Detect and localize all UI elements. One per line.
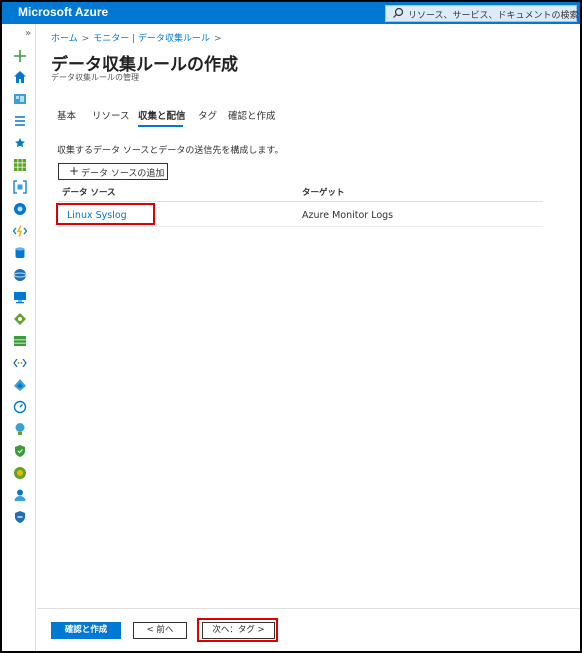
monitor-icon[interactable] — [13, 400, 27, 414]
left-sidebar: » — [2, 24, 36, 651]
plus-icon: + — [69, 164, 80, 178]
brand-logo[interactable]: Microsoft Azure — [18, 5, 108, 19]
defender-icon[interactable] — [13, 444, 27, 458]
advisor-icon[interactable] — [13, 422, 27, 436]
add-data-source-label: データ ソースの追加 — [81, 169, 165, 179]
highlight-box-data-source — [56, 203, 155, 225]
tab-review-create[interactable]: 確認と作成 — [228, 108, 276, 122]
functions-icon[interactable] — [13, 224, 27, 238]
all-services-icon[interactable] — [13, 114, 27, 128]
target-cell: Azure Monitor Logs — [302, 210, 394, 221]
home-icon[interactable] — [13, 70, 27, 84]
breadcrumb: ホーム > モニター | データ収集ルール > — [51, 31, 226, 44]
breadcrumb-separator: > — [81, 34, 90, 44]
load-balancer-icon[interactable] — [13, 312, 27, 326]
network-icon[interactable] — [13, 356, 27, 370]
search-icon — [393, 7, 404, 18]
plus-icon[interactable] — [13, 49, 27, 63]
cost-icon[interactable] — [13, 466, 27, 480]
help-support-icon[interactable] — [13, 488, 27, 502]
shield-icon[interactable] — [13, 510, 27, 524]
tab-resources[interactable]: リソース — [92, 108, 130, 122]
column-header-target: ターゲット — [302, 188, 345, 198]
global-search[interactable]: リソース、サービス、ドキュメントの検索 (G+/) — [385, 5, 582, 22]
tab-collect-deliver[interactable]: 収集と配信 — [138, 108, 186, 122]
vm-icon[interactable] — [13, 290, 27, 304]
active-tab-indicator — [138, 125, 183, 127]
top-bar: Microsoft Azure リソース、サービス、ドキュメントの検索 (G+/… — [2, 2, 582, 24]
section-description: 収集するデータ ソースとデータの送信先を構成します。 — [57, 146, 284, 156]
table-header-divider — [57, 201, 543, 202]
breadcrumb-home[interactable]: ホーム — [51, 34, 78, 44]
expand-sidebar-icon[interactable]: » — [25, 28, 31, 39]
add-data-source-button[interactable]: + データ ソースの追加 — [58, 163, 168, 180]
azure-ad-icon[interactable] — [13, 378, 27, 392]
column-header-data-source: データ ソース — [62, 188, 116, 198]
breadcrumb-monitor[interactable]: モニター | データ収集ルール — [93, 34, 210, 44]
tab-basics[interactable]: 基本 — [57, 108, 76, 122]
resource-groups-icon[interactable] — [13, 180, 27, 194]
all-resources-icon[interactable] — [13, 158, 27, 172]
main-content: ホーム > モニター | データ収集ルール > データ収集ルールの作成 ··· データ… — [37, 24, 580, 651]
highlight-box-next-button — [197, 618, 278, 642]
review-create-button[interactable]: 確認と作成 — [51, 622, 121, 639]
sql-icon[interactable] — [13, 246, 27, 260]
tab-tags[interactable]: タグ — [198, 108, 217, 122]
storage-icon[interactable] — [13, 334, 27, 348]
table-row-divider — [57, 226, 543, 227]
cosmos-icon[interactable] — [13, 268, 27, 282]
search-placeholder: リソース、サービス、ドキュメントの検索 (G+/) — [408, 11, 582, 21]
globe-icon[interactable] — [13, 202, 27, 216]
previous-button[interactable]: < 前へ — [133, 622, 187, 639]
dashboard-icon[interactable] — [13, 92, 27, 106]
favorites-star-icon[interactable] — [13, 136, 27, 150]
breadcrumb-trailing-chevron: > — [214, 34, 222, 44]
page-subtitle: データ収集ルールの管理 — [51, 73, 139, 82]
more-options-button[interactable]: ··· — [224, 55, 238, 68]
footer-divider — [37, 608, 580, 609]
